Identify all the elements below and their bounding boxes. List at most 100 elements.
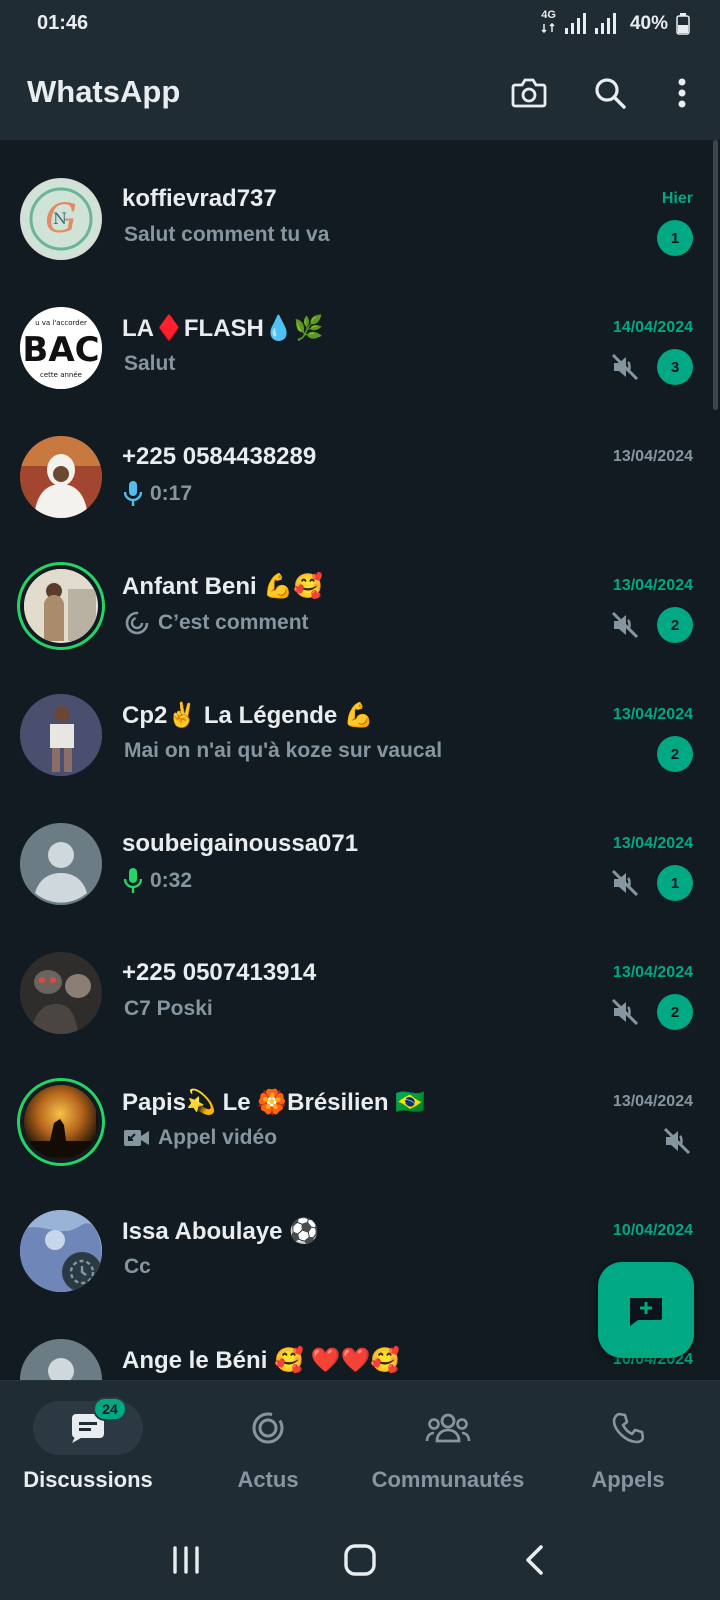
missed-video-call-icon (124, 1130, 149, 1146)
svg-text:BAC: BAC (22, 330, 99, 370)
default-avatar-icon[interactable] (20, 1339, 102, 1380)
avatar[interactable] (20, 694, 102, 776)
unread-badge: 2 (657, 994, 693, 1030)
avatar-with-status[interactable] (17, 1078, 105, 1166)
svg-text:u va l'accorder: u va l'accorder (35, 319, 87, 327)
tab-discussions[interactable]: 24 Discussions (0, 1397, 178, 1511)
phone-icon (612, 1412, 644, 1444)
tab-updates[interactable]: Actus (178, 1401, 358, 1511)
app-title: WhatsApp (27, 74, 181, 109)
tab-communities[interactable]: Communautés (358, 1401, 538, 1511)
chat-date: 13/04/2024 (612, 964, 693, 981)
default-avatar-icon[interactable] (20, 823, 102, 905)
chat-row[interactable]: +225 0507413914 C7 Poski 13/04/2024 2 (0, 914, 720, 1043)
tab-calls[interactable]: Appels (538, 1401, 718, 1511)
microphone-icon (124, 481, 142, 506)
battery-icon (676, 13, 690, 35)
communities-icon (425, 1413, 471, 1443)
pending-status-icon (125, 611, 149, 635)
status-icon (252, 1412, 284, 1444)
chat-name: +225 0584438289 (122, 443, 317, 470)
avatar[interactable] (20, 952, 102, 1034)
avatar-with-status[interactable] (17, 562, 105, 650)
chat-name: koffievrad737 (122, 185, 277, 212)
chat-list[interactable]: GN koffievrad737 Salut comment tu va Hie… (0, 140, 720, 1380)
chat-row[interactable]: +225 0584438289 0:17 13/04/2024 (0, 398, 720, 527)
chat-date: 13/04/2024 (612, 706, 693, 723)
avatar[interactable]: u va l'accorder BAC cette année (20, 307, 102, 389)
muted-icon (611, 353, 639, 381)
chat-last-message: Appel vidéo (124, 1126, 277, 1150)
back-icon[interactable] (514, 1540, 554, 1580)
battery-percent: 40% (629, 13, 668, 34)
chat-row[interactable]: soubeigainoussa071 0:32 13/04/2024 1 (0, 785, 720, 914)
avatar[interactable] (20, 1210, 102, 1292)
chat-name: Anfant Beni 💪🥰 (122, 573, 324, 600)
tab-calls-pill[interactable] (573, 1401, 683, 1455)
bottom-navigation: 24 Discussions Actus Communautés Appels (0, 1380, 720, 1520)
scrollbar[interactable] (713, 140, 718, 410)
muted-icon (663, 1127, 691, 1155)
muted-icon (611, 869, 639, 897)
tab-communities-pill[interactable] (393, 1401, 503, 1455)
chat-name: Ange le Béni 🥰 ❤️❤️🥰 (122, 1347, 401, 1374)
status-bar: 01:46 4G 40% (0, 0, 720, 46)
tab-label: Discussions (23, 1467, 153, 1492)
new-chat-button[interactable] (598, 1262, 694, 1358)
chat-row[interactable]: Anfant Beni 💪🥰 C’est comment 13/04/2024 … (0, 527, 720, 656)
chat-name: +225 0507413914 (122, 959, 317, 986)
chat-date: 14/04/2024 (612, 319, 693, 336)
chat-last-message: Mai on n'ai qu'à koze sur vaucal (124, 739, 443, 762)
new-chat-icon (630, 1298, 662, 1326)
unread-badge: 1 (657, 220, 693, 256)
avatar[interactable] (20, 436, 102, 518)
chat-row[interactable]: GN koffievrad737 Salut comment tu va Hie… (0, 140, 720, 269)
unread-badge: 2 (657, 607, 693, 643)
muted-icon (611, 611, 639, 639)
app-bar: WhatsApp (0, 46, 720, 140)
status-time: 01:46 (37, 12, 89, 34)
chat-last-message: 0:32 (124, 868, 192, 894)
chat-last-message: Cc (124, 1255, 151, 1278)
chat-row[interactable]: Cp2✌️ La Légende 💪 Mai on n'ai qu'à koze… (0, 656, 720, 785)
unread-badge: 1 (657, 865, 693, 901)
chat-row[interactable]: u va l'accorder BAC cette année LA♦️FLASH💧… (0, 269, 720, 398)
chat-date: 13/04/2024 (612, 577, 693, 594)
chat-last-message: 0:17 (124, 481, 192, 507)
status-indicators: 4G 40% (541, 10, 690, 38)
muted-icon (611, 998, 639, 1026)
chat-name: LA♦️FLASH💧🌿 (122, 315, 324, 342)
tab-updates-pill[interactable] (213, 1401, 323, 1455)
signal-icon (564, 13, 586, 34)
avatar[interactable]: GN (20, 178, 102, 260)
unread-badge: 3 (657, 349, 693, 385)
tab-discussions-pill[interactable]: 24 (33, 1397, 143, 1455)
recent-apps-icon[interactable] (166, 1540, 206, 1580)
chat-date: 13/04/2024 (612, 835, 693, 852)
signal-icon-2 (594, 13, 616, 34)
chat-last-message: Salut (124, 352, 176, 375)
chat-date: 13/04/2024 (612, 1093, 693, 1110)
chat-date: 10/04/2024 (612, 1222, 693, 1239)
home-icon[interactable] (340, 1540, 380, 1580)
microphone-icon (124, 868, 142, 893)
svg-text:N: N (53, 209, 67, 228)
tab-label: Actus (237, 1467, 299, 1492)
tab-label: Communautés (371, 1467, 525, 1492)
tab-label: Appels (591, 1467, 665, 1492)
chat-last-message: C7 Poski (124, 997, 213, 1020)
chat-row[interactable]: Papis💫 Le 🏵️Brésilien 🇧🇷 Appel vidéo 13/… (0, 1043, 720, 1172)
network-type: 4G (541, 10, 556, 38)
chat-name: Issa Aboulaye ⚽ (122, 1218, 320, 1245)
svg-text:cette année: cette année (40, 371, 82, 379)
system-navigation-bar (0, 1520, 720, 1600)
chat-date: 13/04/2024 (612, 448, 693, 465)
more-options-icon[interactable] (661, 72, 703, 114)
unread-count-badge: 24 (93, 1397, 127, 1421)
search-icon[interactable] (589, 72, 631, 114)
camera-icon[interactable] (508, 72, 550, 114)
chat-last-message: Salut comment tu va (124, 223, 330, 246)
unread-badge: 2 (657, 736, 693, 772)
chat-date: Hier (661, 190, 693, 207)
chat-name: Cp2✌️ La Légende 💪 (122, 702, 374, 729)
